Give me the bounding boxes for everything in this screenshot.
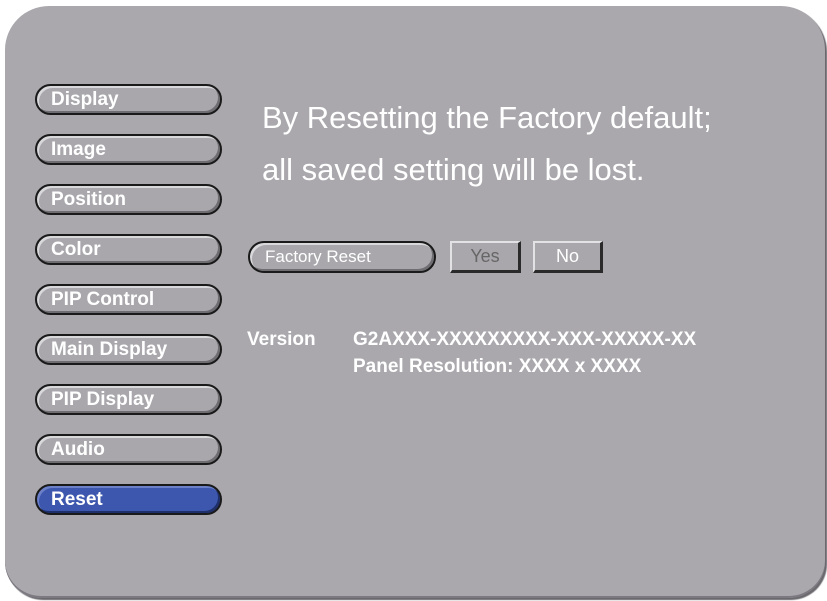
factory-reset-label: Factory Reset xyxy=(265,247,371,266)
version-value: G2AXXX-XXXXXXXXX-XXX-XXXXX-XX xyxy=(353,329,697,350)
sidebar-item-label: Reset xyxy=(51,489,103,510)
reset-warning-line-2: all saved setting will be lost. xyxy=(262,152,645,187)
no-button[interactable]: No xyxy=(533,241,603,273)
panel-resolution-text: Panel Resolution: XXXX x XXXX xyxy=(353,356,642,377)
sidebar-item-reset[interactable]: Reset xyxy=(35,484,222,515)
sidebar-item-label: Display xyxy=(51,89,119,110)
sidebar-item-main-display[interactable]: Main Display xyxy=(35,334,222,365)
sidebar-item-display[interactable]: Display xyxy=(35,84,222,115)
sidebar-item-pip-control[interactable]: PIP Control xyxy=(35,284,222,315)
factory-reset-button[interactable]: Factory Reset xyxy=(248,241,436,273)
sidebar-item-label: Position xyxy=(51,189,126,210)
sidebar-item-label: Image xyxy=(51,139,106,160)
sidebar-item-pip-display[interactable]: PIP Display xyxy=(35,384,222,415)
sidebar-item-label: PIP Control xyxy=(51,289,155,310)
sidebar-item-label: Audio xyxy=(51,439,105,460)
sidebar-item-label: Color xyxy=(51,239,101,260)
sidebar-item-label: Main Display xyxy=(51,339,168,360)
version-label: Version xyxy=(247,329,316,350)
reset-warning-line-1: By Resetting the Factory default; xyxy=(262,100,712,135)
sidebar-item-image[interactable]: Image xyxy=(35,134,222,165)
osd-menu-panel: Display Image Position Color PIP Control… xyxy=(5,6,825,598)
sidebar-item-audio[interactable]: Audio xyxy=(35,434,222,465)
sidebar-item-position[interactable]: Position xyxy=(35,184,222,215)
sidebar-item-label: PIP Display xyxy=(51,389,155,410)
sidebar-item-color[interactable]: Color xyxy=(35,234,222,265)
yes-button[interactable]: Yes xyxy=(450,241,521,273)
